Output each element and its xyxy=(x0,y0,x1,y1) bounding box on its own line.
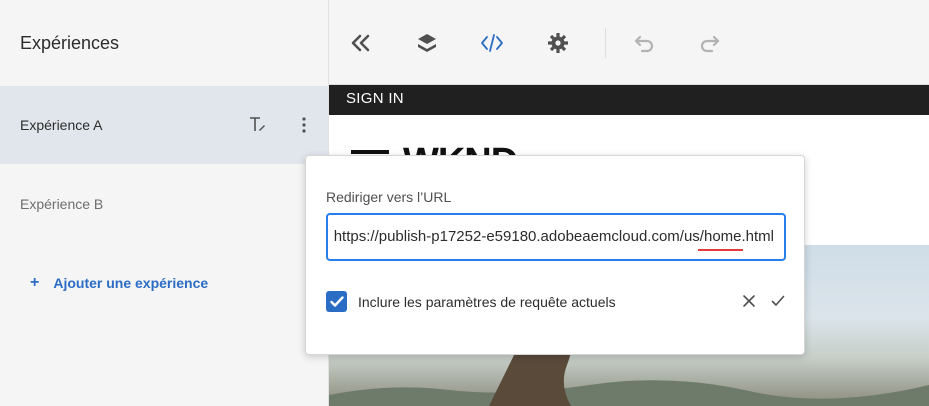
cancel-icon[interactable] xyxy=(742,294,756,308)
toolbar-divider xyxy=(605,28,606,58)
confirm-icon[interactable] xyxy=(771,294,785,308)
undo-icon[interactable] xyxy=(631,30,657,56)
experience-item-b[interactable]: Expérience B xyxy=(0,165,328,243)
more-options-icon[interactable] xyxy=(296,116,312,134)
rename-icon[interactable] xyxy=(248,116,266,134)
signin-bar: SIGN IN xyxy=(329,85,929,115)
experiences-panel: Expériences Expérience A Expérience B + … xyxy=(0,0,329,406)
checkmark-icon xyxy=(329,295,344,307)
redirect-url-input[interactable]: https://publish-p17252-e59180.adobeaemcl… xyxy=(326,213,786,261)
include-query-params-checkbox[interactable] xyxy=(326,291,347,312)
toolbar xyxy=(329,0,929,85)
redo-icon[interactable] xyxy=(697,30,723,56)
layers-icon[interactable] xyxy=(414,30,440,56)
redirect-url-popover: Rediriger vers l’URL https://publish-p17… xyxy=(305,155,805,355)
add-experience-button[interactable]: + Ajouter une expérience xyxy=(30,274,208,292)
experience-label: Expérience B xyxy=(20,196,104,212)
add-experience-label: Ajouter une expérience xyxy=(53,275,209,291)
redirect-url-label: Rediriger vers l’URL xyxy=(326,189,452,205)
spellcheck-underline xyxy=(698,249,743,251)
plus-icon: + xyxy=(30,274,40,291)
collapse-icon[interactable] xyxy=(348,30,374,56)
settings-icon[interactable] xyxy=(545,30,571,56)
experience-label: Expérience A xyxy=(20,117,103,133)
signin-link[interactable]: SIGN IN xyxy=(346,90,404,107)
redirect-url-value: https://publish-p17252-e59180.adobeaemcl… xyxy=(333,228,774,245)
code-icon[interactable] xyxy=(479,30,505,56)
panel-title: Expériences xyxy=(20,33,120,53)
include-query-params-label: Inclure les paramètres de requête actuel… xyxy=(358,294,616,310)
experience-item-a[interactable]: Expérience A xyxy=(0,86,328,164)
